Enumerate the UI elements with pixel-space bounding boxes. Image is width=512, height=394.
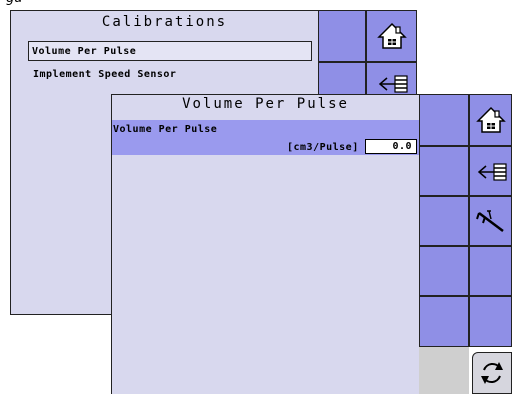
menu-item-implement-speed-sensor[interactable]: Implement Speed Sensor xyxy=(28,66,312,86)
value-field[interactable]: 0.0 xyxy=(365,139,417,154)
field-label: Volume Per Pulse xyxy=(113,124,218,135)
back-home-icon-button[interactable] xyxy=(366,10,417,62)
caption-fragment: gu xyxy=(0,0,512,10)
back-home-button[interactable] xyxy=(318,10,366,62)
side-button-2a[interactable] xyxy=(419,146,469,196)
menu-item-volume-per-pulse[interactable]: Volume Per Pulse xyxy=(28,41,312,61)
volume-per-pulse-row[interactable]: Volume Per Pulse [cm3/Pulse] 0.0 xyxy=(112,120,420,155)
home-icon xyxy=(376,21,407,51)
back-button[interactable] xyxy=(469,146,512,196)
refresh-icon xyxy=(477,358,507,388)
back-list-icon xyxy=(474,161,508,181)
unit-label: [cm3/Pulse] xyxy=(287,142,359,153)
home-icon xyxy=(475,105,506,135)
volume-per-pulse-panel: Volume Per Pulse Volume Per Pulse [cm3/P… xyxy=(111,94,420,394)
dialog-title: Volume Per Pulse xyxy=(182,96,349,112)
bottom-gray-area xyxy=(419,347,469,394)
side-button-4a[interactable] xyxy=(419,246,469,296)
caliper-icon xyxy=(475,206,507,236)
side-button-5b[interactable] xyxy=(469,296,512,347)
calibrate-button[interactable] xyxy=(469,196,512,246)
menu-item-label: Implement Speed Sensor xyxy=(33,69,177,80)
home-button[interactable] xyxy=(469,94,512,146)
back-list-icon xyxy=(375,73,409,93)
caption-text: gu xyxy=(6,0,23,6)
side-button-5a[interactable] xyxy=(419,296,469,347)
side-button-3a[interactable] xyxy=(419,196,469,246)
menu-item-label: Volume Per Pulse xyxy=(32,46,137,57)
side-button-4b[interactable] xyxy=(469,246,512,296)
value-text: 0.0 xyxy=(392,141,412,152)
refresh-button[interactable] xyxy=(472,352,512,394)
page-title: Calibrations xyxy=(101,14,228,30)
side-button-1a[interactable] xyxy=(419,94,469,146)
